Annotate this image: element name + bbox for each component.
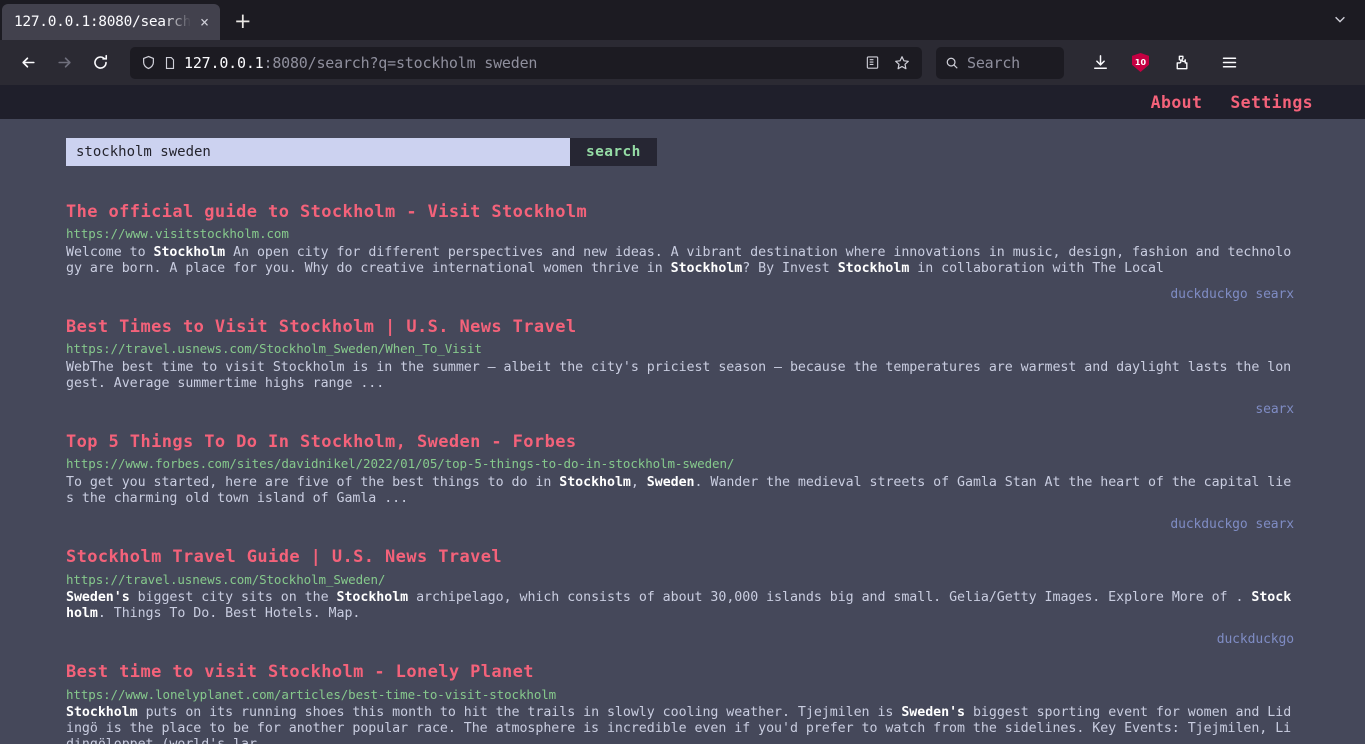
result-engines: duckduckgo: [1216, 632, 1294, 648]
reader-view-icon[interactable]: [865, 55, 880, 70]
result-url[interactable]: https://travel.usnews.com/Stockholm_Swed…: [66, 341, 1365, 357]
search-input[interactable]: [66, 138, 570, 166]
result-engines: duckduckgo searx: [1170, 517, 1294, 533]
search-button[interactable]: search: [570, 138, 657, 166]
result-item: Stockholm Travel Guide | U.S. News Trave…: [66, 547, 1365, 649]
browser-tab[interactable]: 127.0.0.1:8080/search ×: [2, 4, 220, 40]
page-info-icon[interactable]: [163, 56, 177, 70]
search-placeholder: Search: [967, 53, 1020, 72]
result-engines: searx: [1255, 402, 1294, 418]
result-item: Best Times to Visit Stockholm | U.S. New…: [66, 317, 1365, 419]
result-snippet: WebThe best time to visit Stockholm is i…: [66, 359, 1292, 391]
forward-arrow-icon[interactable]: [48, 47, 80, 79]
chevron-down-icon[interactable]: [1333, 11, 1347, 30]
result-item: Best time to visit Stockholm - Lonely Pl…: [66, 662, 1365, 744]
result-snippet: Sweden's biggest city sits on the Stockh…: [66, 589, 1292, 622]
result-title[interactable]: Stockholm Travel Guide | U.S. News Trave…: [66, 547, 1365, 568]
reload-icon[interactable]: [84, 47, 116, 79]
url-path: :8080/search?q=stockholm sweden: [263, 53, 538, 72]
result-title[interactable]: Top 5 Things To Do In Stockholm, Sweden …: [66, 432, 1365, 453]
result-snippet: Stockholm puts on its running shoes this…: [66, 704, 1292, 744]
url-bar-actions: [865, 55, 914, 71]
result-title[interactable]: Best Times to Visit Stockholm | U.S. New…: [66, 317, 1365, 338]
site-header: About Settings: [0, 85, 1365, 119]
tab-title: 127.0.0.1:8080/search: [14, 14, 191, 30]
result-snippet: To get you started, here are five of the…: [66, 474, 1292, 506]
result-url[interactable]: https://www.lonelyplanet.com/articles/be…: [66, 687, 1365, 703]
shield-icon[interactable]: [141, 55, 156, 70]
browser-window: 127.0.0.1:8080/search × + 127.0.0.1:8080…: [0, 0, 1365, 744]
adblock-extension-icon[interactable]: 10: [1132, 53, 1149, 72]
browser-search-bar[interactable]: Search: [936, 46, 1064, 79]
result-title[interactable]: Best time to visit Stockholm - Lonely Pl…: [66, 662, 1365, 683]
toolbar-actions: 10: [1084, 47, 1245, 79]
app-menu-icon[interactable]: [1213, 47, 1245, 79]
result-url[interactable]: https://www.forbes.com/sites/davidnikel/…: [66, 456, 1365, 472]
downloads-icon[interactable]: [1084, 47, 1116, 79]
new-tab-button[interactable]: +: [234, 11, 252, 32]
nav-link-settings[interactable]: Settings: [1230, 93, 1313, 112]
search-form: search: [0, 119, 1365, 166]
result-url[interactable]: https://www.visitstockholm.com: [66, 226, 1365, 242]
url-bar[interactable]: 127.0.0.1:8080/search?q=stockholm sweden: [130, 46, 922, 79]
result-engines: duckduckgo searx: [1170, 287, 1294, 303]
result-url[interactable]: https://travel.usnews.com/Stockholm_Swed…: [66, 572, 1365, 588]
bookmark-star-icon[interactable]: [894, 55, 910, 71]
extensions-icon[interactable]: [1165, 47, 1197, 79]
url-host: 127.0.0.1: [184, 53, 264, 72]
close-icon[interactable]: ×: [197, 13, 212, 32]
results-list: The official guide to Stockholm - Visit …: [0, 202, 1365, 744]
result-snippet: Welcome to Stockholm An open city for di…: [66, 244, 1292, 276]
back-arrow-icon[interactable]: [12, 47, 44, 79]
navigation-toolbar: 127.0.0.1:8080/search?q=stockholm sweden: [0, 40, 1365, 85]
tab-strip: 127.0.0.1:8080/search × +: [0, 0, 1365, 40]
result-item: The official guide to Stockholm - Visit …: [66, 202, 1365, 304]
result-item: Top 5 Things To Do In Stockholm, Sweden …: [66, 432, 1365, 534]
url-text: 127.0.0.1:8080/search?q=stockholm sweden: [184, 54, 858, 72]
page-viewport: About Settings search The official guide…: [0, 85, 1365, 744]
result-title[interactable]: The official guide to Stockholm - Visit …: [66, 202, 1365, 223]
nav-link-about[interactable]: About: [1151, 93, 1203, 112]
search-icon: [945, 56, 959, 70]
